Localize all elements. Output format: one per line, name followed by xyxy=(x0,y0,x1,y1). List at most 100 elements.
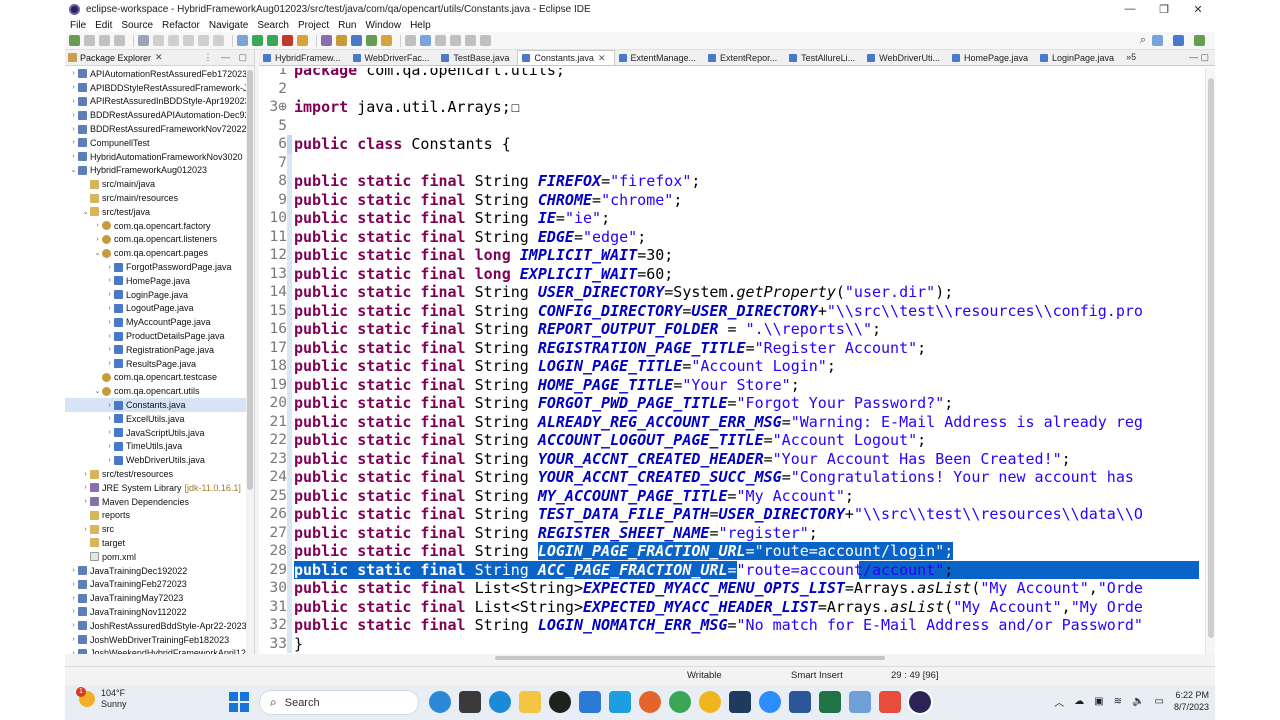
tree-item[interactable]: ⌄ com.qa.opencart.utils xyxy=(65,384,254,398)
code-line[interactable]: 15 public static final String CONFIG_DIRE… xyxy=(259,301,1199,320)
tree-item[interactable]: › JavaTrainingNov112022 xyxy=(65,605,254,619)
chevron-right-icon[interactable]: › xyxy=(105,319,114,326)
editor-minmax-icon[interactable]: — ▢ xyxy=(1189,52,1215,63)
chevron-right-icon[interactable]: › xyxy=(105,277,114,284)
close-button[interactable]: ✕ xyxy=(1181,0,1215,18)
code-line[interactable]: 30 public static final List<String>EXPECT… xyxy=(259,579,1199,598)
tree-item[interactable]: › CompunellTest xyxy=(65,136,254,150)
editor-tab[interactable]: ExtentRepor... xyxy=(704,50,785,65)
code-line[interactable]: 10 public static final String IE="ie"; xyxy=(259,209,1199,228)
code-line[interactable]: 31 public static final List<String>EXPECT… xyxy=(259,597,1199,616)
tree-item[interactable]: › HybridAutomationFrameworkNov3020 xyxy=(65,150,254,164)
code-line[interactable]: 16 public static final String REPORT_OUTP… xyxy=(259,320,1199,339)
copilot-icon[interactable] xyxy=(429,691,451,713)
menu-project[interactable]: Project xyxy=(295,20,335,31)
tree-item[interactable]: › JavaTrainingDec192022 xyxy=(65,564,254,578)
tree-item[interactable]: com.qa.opencart.testcase xyxy=(65,371,254,385)
open-type-icon[interactable] xyxy=(351,35,362,46)
volume-icon[interactable]: 🔈 xyxy=(1132,696,1144,707)
chevron-right-icon[interactable]: › xyxy=(105,402,114,409)
menu-help[interactable]: Help xyxy=(407,20,437,31)
chevron-right-icon[interactable]: › xyxy=(81,484,90,491)
chevron-right-icon[interactable]: › xyxy=(105,429,114,436)
tree-item[interactable]: src/main/resources xyxy=(65,191,254,205)
chevron-right-icon[interactable]: › xyxy=(105,457,114,464)
annotation-next-icon[interactable] xyxy=(420,35,431,46)
chevron-right-icon[interactable]: › xyxy=(69,139,78,146)
editor-tab[interactable]: HomePage.java xyxy=(948,50,1036,65)
code-line[interactable]: 2 xyxy=(259,80,1199,99)
code-line[interactable]: 21 public static final String ALREADY_REG… xyxy=(259,412,1199,431)
taskbar-search[interactable]: ⌕ Search xyxy=(259,690,419,715)
tree-item[interactable]: › JoshWebDriverTrainingFeb182023 xyxy=(65,633,254,647)
external-tools-icon[interactable] xyxy=(297,35,308,46)
wifi-icon[interactable]: ≋ xyxy=(1114,696,1122,707)
chevron-right-icon[interactable]: › xyxy=(69,98,78,105)
chevron-right-icon[interactable]: › xyxy=(69,70,78,77)
code-line[interactable]: 24 public static final String YOUR_ACCNT_… xyxy=(259,468,1199,487)
perspective-icon[interactable] xyxy=(1152,35,1163,46)
tree-item[interactable]: › LogoutPage.java xyxy=(65,302,254,316)
chevron-right-icon[interactable]: › xyxy=(81,471,90,478)
menu-navigate[interactable]: Navigate xyxy=(206,20,254,31)
microsoft-store-icon[interactable] xyxy=(579,691,601,713)
chevron-right-icon[interactable]: › xyxy=(69,595,78,602)
chevron-up-icon[interactable]: ︿ xyxy=(1054,694,1064,709)
chevron-right-icon[interactable]: › xyxy=(105,264,114,271)
tree-item[interactable]: › APIBDDStyleRestAssuredFramework-Ju xyxy=(65,81,254,95)
view-menu-icon[interactable]: ⋮ — ▢ xyxy=(203,52,250,63)
save-all-icon[interactable] xyxy=(99,35,110,46)
editor-vertical-scrollbar[interactable] xyxy=(1205,68,1215,662)
tree-item[interactable]: › TimeUtils.java xyxy=(65,440,254,454)
chevron-right-icon[interactable]: › xyxy=(105,305,114,312)
code-line[interactable]: 14 public static final String USER_DIRECT… xyxy=(259,283,1199,302)
notepad-icon[interactable] xyxy=(849,691,871,713)
pin-icon[interactable] xyxy=(480,35,491,46)
code-line[interactable]: 8 public static final String FIREFOX="fir… xyxy=(259,172,1199,191)
code-line[interactable]: 20 public static final String FORGOT_PWD_… xyxy=(259,394,1199,413)
code-line[interactable]: 6 public class Constants { xyxy=(259,135,1199,154)
cloud-icon[interactable]: ☁ xyxy=(1074,696,1084,707)
word-icon[interactable] xyxy=(789,691,811,713)
run-history-icon[interactable] xyxy=(267,35,278,46)
chevron-right-icon[interactable]: › xyxy=(69,622,78,629)
tree-item[interactable]: › MyAccountPage.java xyxy=(65,315,254,329)
code-line[interactable]: 32 public static final String LOGIN_NOMAT… xyxy=(259,616,1199,635)
chevron-right-icon[interactable]: › xyxy=(105,415,114,422)
code-editor[interactable]: 1 package com.qa.opencart.utils; 2 3⊕ import… xyxy=(259,68,1199,662)
code-line[interactable]: 9 public static final String CHROME="chro… xyxy=(259,190,1199,209)
chrome-alt-icon[interactable] xyxy=(699,691,721,713)
tree-item[interactable]: ⌄ HybridFrameworkAug012023 xyxy=(65,164,254,178)
stop-icon[interactable] xyxy=(282,35,293,46)
tree-item[interactable]: ⌄ com.qa.opencart.pages xyxy=(65,246,254,260)
chevron-right-icon[interactable]: › xyxy=(105,346,114,353)
chevron-right-icon[interactable]: › xyxy=(69,636,78,643)
back-icon[interactable] xyxy=(435,35,446,46)
excel-icon[interactable] xyxy=(819,691,841,713)
editor-tab[interactable]: LoginPage.java xyxy=(1036,50,1122,65)
tree-item[interactable]: › BDDRestAssuredFrameworkNov72022 xyxy=(65,122,254,136)
chevron-right-icon[interactable]: › xyxy=(105,360,114,367)
tree-item[interactable]: › src xyxy=(65,522,254,536)
tree-item[interactable]: › JavaTrainingMay72023 xyxy=(65,591,254,605)
editor-tab[interactable]: Constants.java ✕ xyxy=(517,50,615,65)
chevron-right-icon[interactable]: › xyxy=(69,581,78,588)
chevron-right-icon[interactable]: › xyxy=(105,291,114,298)
chevron-right-icon[interactable]: › xyxy=(105,333,114,340)
code-line[interactable]: 23 public static final String YOUR_ACCNT_… xyxy=(259,449,1199,468)
tree-item[interactable]: › Maven Dependencies xyxy=(65,495,254,509)
editor-tab[interactable]: WebDriverFac... xyxy=(349,50,438,65)
save-icon[interactable] xyxy=(84,35,95,46)
tree-scrollbar[interactable] xyxy=(246,66,254,662)
tray-app-icon[interactable]: ▣ xyxy=(1094,696,1103,707)
editor-tab[interactable]: HybridFramew... xyxy=(259,50,349,65)
chevron-right-icon[interactable]: › xyxy=(93,222,102,229)
editor-tab[interactable]: ExtentManage... xyxy=(615,50,705,65)
code-line[interactable]: 17 public static final String REGISTRATIO… xyxy=(259,338,1199,357)
menu-window[interactable]: Window xyxy=(362,20,407,31)
zoom-icon[interactable] xyxy=(759,691,781,713)
chevron-down-icon[interactable]: ⌄ xyxy=(93,387,102,395)
photos-icon[interactable] xyxy=(609,691,631,713)
debug-icon[interactable] xyxy=(237,35,248,46)
hscroll-thumb[interactable] xyxy=(495,656,885,660)
